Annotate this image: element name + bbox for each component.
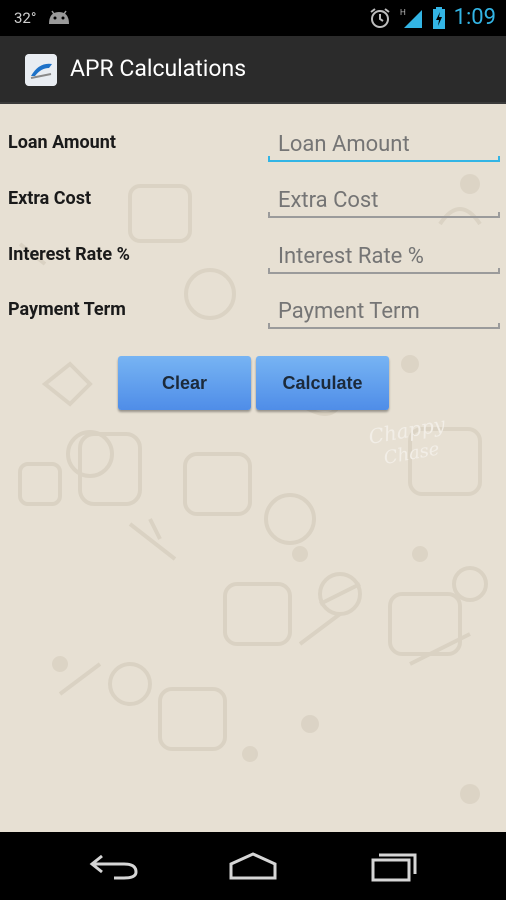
interest-rate-input[interactable]: [266, 240, 500, 272]
loan-amount-row: Loan Amount: [8, 120, 500, 162]
back-icon[interactable]: [84, 850, 144, 882]
payment-term-row: Payment Term: [8, 287, 500, 329]
payment-term-field[interactable]: [266, 295, 500, 329]
interest-rate-field[interactable]: [266, 240, 500, 274]
clock-text: 1:09: [453, 5, 496, 30]
svg-text:H: H: [400, 8, 406, 17]
extra-cost-label: Extra Cost: [8, 188, 92, 209]
battery-icon: [432, 6, 445, 29]
payment-term-input[interactable]: [266, 295, 500, 327]
home-icon[interactable]: [223, 850, 283, 882]
android-icon: [49, 10, 69, 24]
temperature-text: 32°: [14, 9, 37, 27]
payment-term-label: Payment Term: [8, 299, 126, 320]
recent-apps-icon[interactable]: [363, 850, 423, 882]
extra-cost-field[interactable]: [266, 184, 500, 218]
interest-rate-row: Interest Rate %: [8, 232, 500, 274]
loan-amount-field[interactable]: [266, 128, 500, 162]
page-title: APR Calculations: [70, 55, 247, 82]
extra-cost-input[interactable]: [266, 184, 500, 216]
navigation-bar: [0, 832, 506, 900]
app-logo-icon[interactable]: [25, 54, 57, 86]
loan-amount-input[interactable]: [266, 128, 500, 160]
calculate-button[interactable]: Calculate: [256, 356, 389, 410]
action-bar: APR Calculations: [0, 36, 506, 104]
clear-button[interactable]: Clear: [118, 356, 251, 410]
extra-cost-row: Extra Cost: [8, 176, 500, 218]
alarm-icon: [369, 7, 390, 28]
status-bar: 32° H 1:09: [0, 0, 506, 36]
interest-rate-label: Interest Rate %: [8, 244, 130, 265]
form-screen: Chappy Chase Loan Amount Extra Cost Inte…: [0, 104, 506, 832]
signal-icon: H: [400, 8, 422, 28]
loan-amount-label: Loan Amount: [8, 132, 116, 153]
